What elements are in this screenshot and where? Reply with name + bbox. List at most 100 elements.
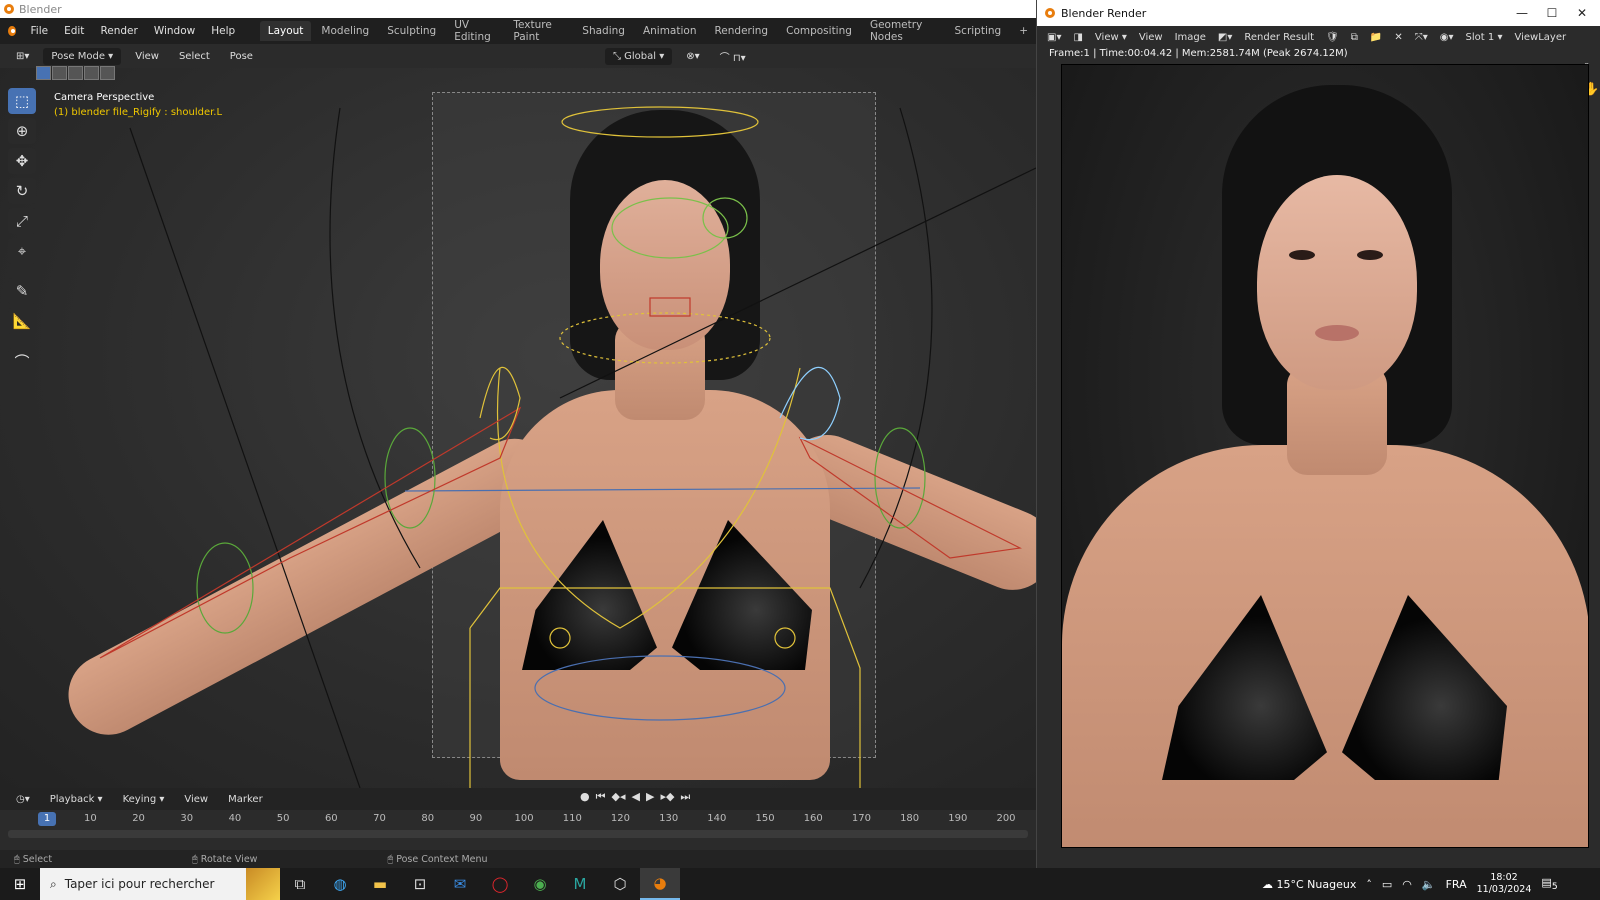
menu-timeline-view[interactable]: View (178, 792, 214, 807)
view-mode-icon[interactable]: ◨ (1073, 32, 1082, 43)
bone-shoulder-r[interactable] (779, 366, 841, 441)
menu-view-dropdown[interactable]: View ▾ (1095, 32, 1127, 43)
select-subtract-icon[interactable] (68, 66, 83, 80)
editor-type-icon[interactable]: ⊞▾ (10, 49, 35, 64)
opera-browser-icon[interactable]: ◯ (480, 868, 520, 900)
jump-start-icon[interactable]: ⏮ (596, 790, 606, 804)
menu-edit[interactable]: Edit (57, 22, 91, 40)
tab-rendering[interactable]: Rendering (706, 21, 776, 41)
menu-view[interactable]: View (129, 49, 165, 64)
store-icon[interactable]: ⊡ (400, 868, 440, 900)
menu-file[interactable]: File (24, 22, 56, 40)
editor-type-icon[interactable]: ▣▾ (1047, 32, 1061, 43)
next-keyframe-icon[interactable]: ▸◆ (660, 790, 674, 804)
record-icon[interactable]: ● (580, 790, 590, 804)
annotate-icon[interactable]: ✎ (8, 278, 36, 304)
orientation-dropdown[interactable]: ⤡ Global ▾ (604, 47, 673, 65)
scale-icon[interactable]: ⤢ (8, 208, 36, 234)
bone-eyes[interactable] (611, 197, 729, 259)
bone-arm-ik-l[interactable] (99, 406, 522, 659)
tab-uv-editing[interactable]: UV Editing (446, 15, 503, 47)
file-explorer-icon[interactable]: ▬ (360, 868, 400, 900)
timeline-scrollbar[interactable] (8, 830, 1028, 838)
tab-sculpting[interactable]: Sculpting (379, 21, 444, 41)
frame-ruler[interactable]: 1 10 20 30 40 50 60 70 80 90 100 110 120 130 140 150 16… (0, 810, 1036, 828)
gizmo-icon[interactable]: ⤧▾ (1415, 32, 1428, 43)
move-icon[interactable]: ✥ (8, 148, 36, 174)
volume-icon[interactable]: 🔈 (1422, 878, 1436, 891)
render-result-image[interactable] (1061, 64, 1589, 848)
bone-torso[interactable] (496, 367, 801, 629)
bone-breast-l[interactable] (549, 627, 571, 649)
menu-render[interactable]: Render (93, 22, 144, 40)
bone-upperarm-ring-l[interactable] (384, 427, 436, 529)
blender-taskbar-icon[interactable]: ◕ (640, 868, 680, 900)
bone-upperarm-ring-r[interactable] (874, 427, 926, 529)
rotate-icon[interactable]: ↻ (8, 178, 36, 204)
wifi-icon[interactable]: ◠ (1402, 878, 1412, 891)
bone-neck-ring[interactable] (559, 312, 771, 364)
edge-browser-icon[interactable]: ◍ (320, 868, 360, 900)
blender-menu-icon[interactable] (8, 26, 16, 36)
select-intersect-icon[interactable] (100, 66, 115, 80)
bone-breast-r[interactable] (774, 627, 796, 649)
3d-viewport[interactable] (0, 68, 1036, 788)
tab-shading[interactable]: Shading (574, 21, 633, 41)
3d-viewer-icon[interactable]: ⬡ (600, 868, 640, 900)
task-view-icon[interactable]: ⧉ (280, 868, 320, 900)
menu-keying[interactable]: Keying ▾ (117, 792, 171, 807)
bone-shoulder-line[interactable] (404, 487, 921, 492)
windows-start-icon[interactable]: ⊞ (0, 868, 40, 900)
menu-window[interactable]: Window (147, 22, 202, 40)
tray-overflow-icon[interactable]: ˄ (1366, 878, 1372, 891)
play-reverse-icon[interactable]: ◀ (632, 790, 640, 804)
mode-dropdown[interactable]: Pose Mode ▾ (43, 47, 122, 65)
tab-geometry-nodes[interactable]: Geometry Nodes (862, 15, 945, 47)
select-new-icon[interactable] (36, 66, 51, 80)
play-icon[interactable]: ▶ (646, 790, 654, 804)
open-image-icon[interactable]: 📁 (1370, 32, 1382, 43)
menu-help[interactable]: Help (204, 22, 242, 40)
bone-arm-ik-r[interactable] (798, 436, 1022, 559)
transform-icon[interactable]: ⌖ (8, 238, 36, 264)
chrome-browser-icon[interactable]: ◉ (520, 868, 560, 900)
bone-forearm-ring-l[interactable] (196, 542, 254, 634)
menu-view[interactable]: View (1139, 32, 1163, 43)
weather-widget[interactable]: ☁ 15°C Nuageux (1262, 878, 1356, 891)
menu-marker[interactable]: Marker (222, 792, 269, 807)
image-name-field[interactable]: Render Result (1244, 32, 1314, 43)
bone-head-ring[interactable] (561, 106, 759, 138)
menu-playback[interactable]: Playback ▾ (44, 792, 109, 807)
current-frame-indicator[interactable]: 1 (38, 812, 56, 826)
prev-keyframe-icon[interactable]: ◆◂ (612, 790, 626, 804)
relax-icon[interactable]: ⌒ (8, 348, 36, 374)
taskbar-search[interactable]: ⌕ Taper ici pour rechercher (40, 868, 280, 900)
malwarebytes-icon[interactable]: M (560, 868, 600, 900)
menu-image[interactable]: Image (1175, 32, 1206, 43)
select-invert-icon[interactable] (84, 66, 99, 80)
menu-select[interactable]: Select (173, 49, 216, 64)
maximize-icon[interactable]: ☐ (1537, 0, 1567, 26)
bone-pelvis[interactable] (534, 655, 786, 721)
minimize-icon[interactable]: — (1507, 0, 1537, 26)
language-indicator[interactable]: FRA (1446, 878, 1467, 891)
tab-modeling[interactable]: Modeling (313, 21, 377, 41)
mail-icon[interactable]: ✉ (440, 868, 480, 900)
fake-user-icon[interactable]: 🛡 (1326, 32, 1339, 43)
add-workspace-button[interactable]: + (1011, 21, 1036, 41)
timeline-editor-type-icon[interactable]: ◷▾ (10, 792, 36, 807)
slot-dropdown[interactable]: Slot 1 ▾ (1466, 32, 1503, 43)
notification-center-icon[interactable]: ▤5 (1541, 876, 1557, 892)
new-image-icon[interactable]: ⧉ (1351, 32, 1358, 43)
image-browse-icon[interactable]: ◩▾ (1218, 32, 1232, 43)
pivot-icon[interactable]: ⊗▾ (680, 49, 705, 64)
clock[interactable]: 18:02 11/03/2024 (1477, 872, 1532, 896)
snap-icon[interactable]: ⌒ ⊓▾ (714, 47, 752, 66)
view-layer-field[interactable]: ViewLayer (1514, 32, 1566, 43)
tab-layout[interactable]: Layout (259, 21, 312, 41)
bone-hips[interactable] (469, 587, 861, 788)
overlay-icon[interactable]: ◉▾ (1440, 32, 1454, 43)
menu-pose[interactable]: Pose (224, 49, 259, 64)
cursor-icon[interactable]: ⊕ (8, 118, 36, 144)
select-extend-icon[interactable] (52, 66, 67, 80)
